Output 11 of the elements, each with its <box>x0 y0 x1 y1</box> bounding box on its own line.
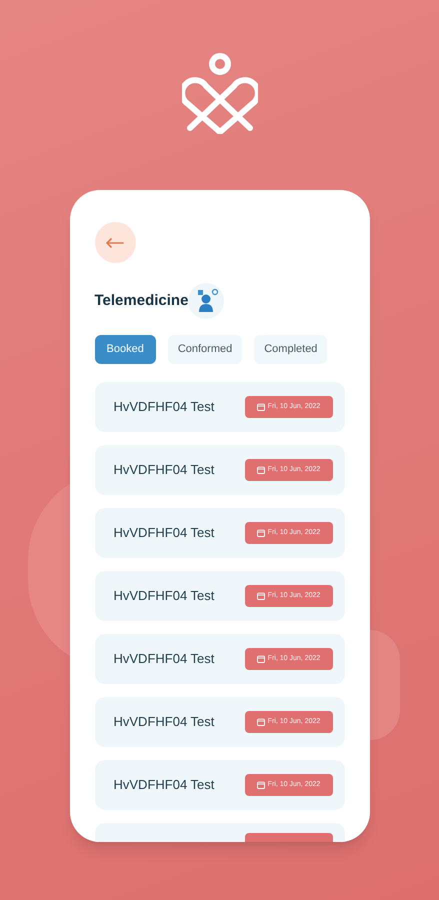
patient-name: HvVDFHF04 Test <box>114 713 214 732</box>
tab[interactable]: Conformed <box>168 335 242 364</box>
patient-name: HvVDFHF04 Test <box>114 398 214 416</box>
tab[interactable]: Completed <box>254 335 328 364</box>
patient-name: HvVDFHF04 Test <box>114 587 214 606</box>
patient-name: HvVDFHF04 Test <box>114 776 214 794</box>
tab[interactable]: Booked <box>94 335 156 364</box>
screen-title: Telemedicine <box>94 290 188 311</box>
patient-name: HvVDFHF04 Test <box>114 650 214 668</box>
patient-name: HvVDFHF04 Test <box>114 461 214 480</box>
patient-name: HvVDFHF04 Test <box>114 524 214 542</box>
